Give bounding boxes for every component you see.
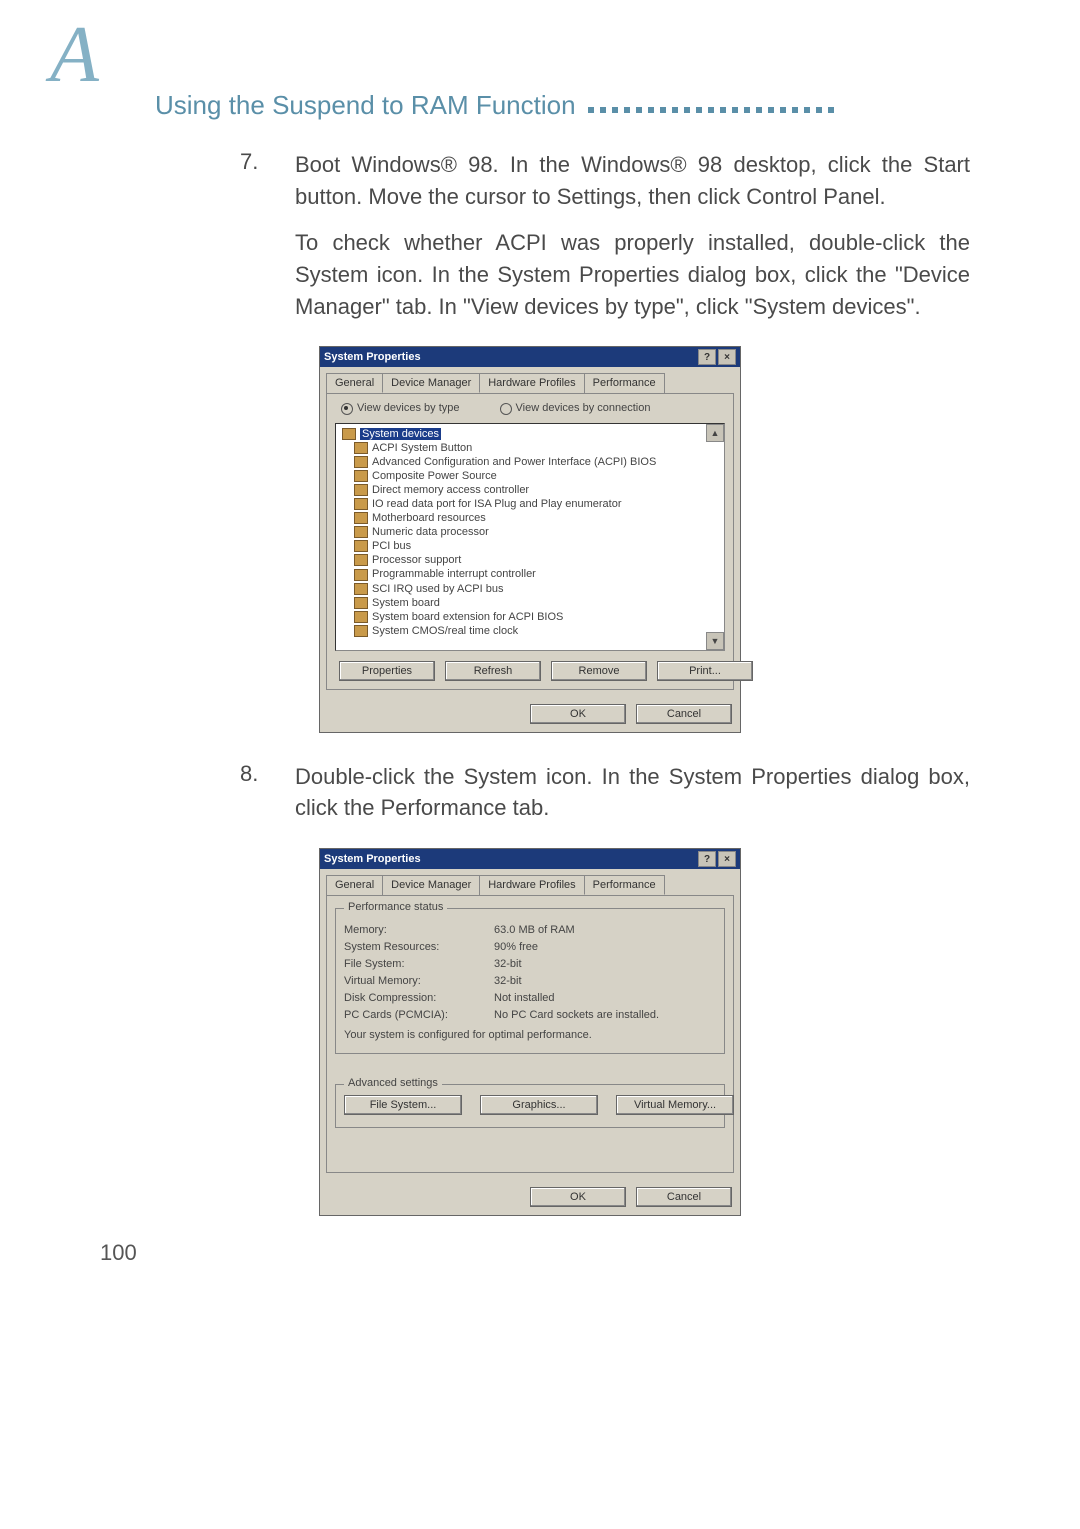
radio-view-by-type[interactable]: View devices by type xyxy=(341,402,460,414)
tab-hardware-profiles[interactable]: Hardware Profiles xyxy=(479,373,584,393)
tree-item[interactable]: SCI IRQ used by ACPI bus xyxy=(372,583,503,595)
dialog1-title: System Properties xyxy=(324,351,421,363)
ok-button[interactable]: OK xyxy=(530,704,626,724)
scroll-up-button[interactable]: ▲ xyxy=(706,424,724,442)
radio-view-by-connection[interactable]: View devices by connection xyxy=(500,402,651,414)
dialog2-title: System Properties xyxy=(324,853,421,865)
graphics-button[interactable]: Graphics... xyxy=(480,1095,598,1115)
advanced-settings-label: Advanced settings xyxy=(344,1077,442,1089)
close-button[interactable]: × xyxy=(718,851,736,867)
pccards-value: No PC Card sockets are installed. xyxy=(494,1009,659,1021)
tree-item[interactable]: Processor support xyxy=(372,554,461,566)
device-icon xyxy=(354,456,368,468)
device-icon xyxy=(354,526,368,538)
appendix-letter: A xyxy=(50,10,99,101)
device-icon xyxy=(354,554,368,566)
filesystem-value: 32-bit xyxy=(494,958,522,970)
help-button[interactable]: ? xyxy=(698,851,716,867)
pccards-label: PC Cards (PCMCIA): xyxy=(344,1009,494,1021)
tree-item[interactable]: Motherboard resources xyxy=(372,512,486,524)
section-title: Using the Suspend to RAM Function xyxy=(155,90,576,121)
close-button[interactable]: × xyxy=(718,349,736,365)
virtual-memory-button[interactable]: Virtual Memory... xyxy=(616,1095,734,1115)
tree-item[interactable]: System board xyxy=(372,597,440,609)
cancel-button[interactable]: Cancel xyxy=(636,704,732,724)
properties-button[interactable]: Properties xyxy=(339,661,435,681)
tree-item[interactable]: System board extension for ACPI BIOS xyxy=(372,611,563,623)
device-icon xyxy=(354,540,368,552)
performance-status-label: Performance status xyxy=(344,901,447,913)
diskcomp-label: Disk Compression: xyxy=(344,992,494,1004)
tab-performance[interactable]: Performance xyxy=(584,373,665,393)
tree-item[interactable]: IO read data port for ISA Plug and Play … xyxy=(372,498,621,510)
file-system-button[interactable]: File System... xyxy=(344,1095,462,1115)
filesystem-label: File System: xyxy=(344,958,494,970)
device-icon xyxy=(354,442,368,454)
device-icon xyxy=(354,484,368,496)
tree-item[interactable]: Composite Power Source xyxy=(372,470,497,482)
virtmem-value: 32-bit xyxy=(494,975,522,987)
tab-performance[interactable]: Performance xyxy=(584,875,665,895)
optimal-text: Your system is configured for optimal pe… xyxy=(344,1029,716,1041)
step-number-8: 8. xyxy=(240,761,295,825)
tree-item[interactable]: PCI bus xyxy=(372,540,411,552)
ok-button[interactable]: OK xyxy=(530,1187,626,1207)
computer-icon xyxy=(342,428,356,440)
scroll-down-button[interactable]: ▼ xyxy=(706,632,724,650)
tree-item[interactable]: ACPI System Button xyxy=(372,442,472,454)
device-icon xyxy=(354,498,368,510)
sysres-value: 90% free xyxy=(494,941,538,953)
tree-root[interactable]: System devices xyxy=(360,428,441,440)
tab-general[interactable]: General xyxy=(326,373,383,393)
page-number: 100 xyxy=(100,1240,1000,1266)
help-button[interactable]: ? xyxy=(698,349,716,365)
tab-hardware-profiles[interactable]: Hardware Profiles xyxy=(479,875,584,895)
device-icon xyxy=(354,583,368,595)
step7-para2: To check whether ACPI was properly insta… xyxy=(295,227,970,323)
device-icon xyxy=(354,470,368,482)
refresh-button[interactable]: Refresh xyxy=(445,661,541,681)
tree-item[interactable]: Programmable interrupt controller xyxy=(372,568,536,580)
device-icon xyxy=(354,611,368,623)
device-icon xyxy=(354,512,368,524)
tab-device-manager[interactable]: Device Manager xyxy=(382,373,480,393)
cancel-button[interactable]: Cancel xyxy=(636,1187,732,1207)
tree-item[interactable]: System CMOS/real time clock xyxy=(372,625,518,637)
sysres-label: System Resources: xyxy=(344,941,494,953)
step8-text: Double-click the System icon. In the Sys… xyxy=(295,761,970,825)
print-button[interactable]: Print... xyxy=(657,661,753,681)
step-number-7: 7. xyxy=(240,149,295,322)
tree-item[interactable]: Numeric data processor xyxy=(372,526,489,538)
memory-value: 63.0 MB of RAM xyxy=(494,924,575,936)
tree-item[interactable]: Direct memory access controller xyxy=(372,484,529,496)
system-properties-dialog-devmgr: System Properties ? × General Device Man… xyxy=(319,346,741,732)
dotted-divider xyxy=(588,107,834,113)
device-icon xyxy=(354,597,368,609)
remove-button[interactable]: Remove xyxy=(551,661,647,681)
step7-text: Boot Windows® 98. In the Windows® 98 des… xyxy=(295,149,970,213)
virtmem-label: Virtual Memory: xyxy=(344,975,494,987)
tab-general[interactable]: General xyxy=(326,875,383,895)
device-tree[interactable]: ▲ System devices ACPI System Button Adva… xyxy=(335,423,725,651)
system-properties-dialog-performance: System Properties ? × General Device Man… xyxy=(319,848,741,1216)
device-icon xyxy=(354,625,368,637)
tree-item[interactable]: Advanced Configuration and Power Interfa… xyxy=(372,456,656,468)
tab-device-manager[interactable]: Device Manager xyxy=(382,875,480,895)
memory-label: Memory: xyxy=(344,924,494,936)
diskcomp-value: Not installed xyxy=(494,992,555,1004)
device-icon xyxy=(354,569,368,581)
